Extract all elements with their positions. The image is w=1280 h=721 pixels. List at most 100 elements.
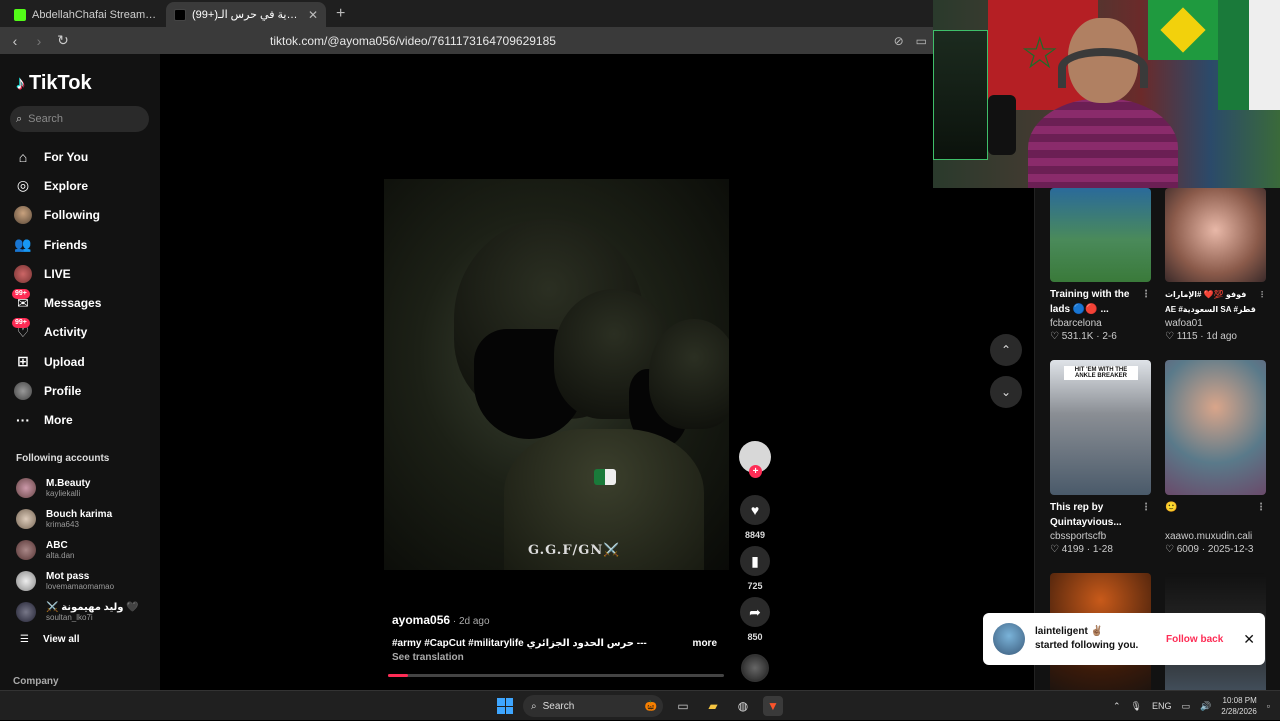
windows-start-icon[interactable] <box>497 698 513 714</box>
save-button[interactable]: ▮ <box>740 546 770 576</box>
following-account[interactable]: ⚔️ وليد مهيمونة 🖤 soultan_lko7i <box>16 596 139 627</box>
nav-friends[interactable]: 👥 Friends <box>14 230 101 259</box>
display-icon[interactable]: ▭ <box>1181 701 1190 712</box>
tiktok-note-icon: ♪ <box>16 73 25 93</box>
brave-browser-icon[interactable]: ▼ <box>763 696 783 716</box>
sidebar: ♪ TikTok ⌕ Search ⌂ For You ◎ Explore Foll… <box>0 54 160 690</box>
video-player[interactable]: G.G.F/GN⚔️ <box>384 179 729 570</box>
nav-live[interactable]: LIVE <box>14 259 101 288</box>
company-link[interactable]: Company <box>13 676 59 687</box>
task-view-icon[interactable]: ▭ <box>673 696 693 716</box>
tiktok-logo[interactable]: ♪ TikTok <box>16 72 92 95</box>
video-author[interactable]: ayoma056 · 2d ago <box>392 613 717 627</box>
recommended-video-card[interactable]: 🙂 ⋮ xaawo.muxudin.cali ♡ 6009 · 2025-12-3 <box>1165 360 1266 555</box>
no-tracking-icon[interactable]: ⊘ <box>894 34 904 48</box>
avatar <box>16 570 36 591</box>
video-progress-bar[interactable] <box>388 674 724 677</box>
list-icon: ☰ <box>20 634 29 645</box>
back-icon[interactable]: ‹ <box>8 33 22 49</box>
forward-icon[interactable]: › <box>32 33 46 49</box>
nav-more[interactable]: ··· More <box>14 406 101 435</box>
tab-stream[interactable]: AbdellahChafai Stream - Watch Live <box>6 2 166 27</box>
nav-for-you[interactable]: ⌂ For You <box>14 142 101 171</box>
nav-activity[interactable]: ♡ 99+ Activity <box>12 318 101 347</box>
nav-upload[interactable]: ⊞ Upload <box>14 347 101 376</box>
recommended-video-card[interactable]: HIT 'EM WITH THE ANKLE BREAKER This rep … <box>1050 360 1151 555</box>
following-account[interactable]: M.Beauty kayliekalli <box>16 472 139 503</box>
browser-app-icon[interactable]: ◍ <box>733 696 753 716</box>
close-icon[interactable]: ✕ <box>1243 631 1255 648</box>
speaker-icon[interactable]: 🔊 <box>1200 701 1211 712</box>
follow-notification: lainteligent ✌🏽 started following you. Fo… <box>983 613 1265 665</box>
follow-back-button[interactable]: Follow back <box>1166 634 1223 645</box>
microphone <box>988 95 1016 155</box>
save-count: 725 <box>747 581 763 591</box>
like-count: 8849 <box>744 530 766 540</box>
like-button[interactable]: ♥ <box>740 495 770 525</box>
heart-outline-icon: ♡ <box>1165 544 1174 555</box>
music-disc-icon[interactable] <box>741 654 769 682</box>
video-caption: #army #CapCut #militarylife حرس الحدود ا… <box>392 638 647 649</box>
cast-icon[interactable]: ▭ <box>916 34 927 48</box>
more-options-icon[interactable]: ⋮ <box>1141 287 1151 302</box>
headset <box>1058 48 1148 88</box>
streamer-body <box>1028 98 1178 188</box>
prev-video-button[interactable]: ⌃ <box>990 334 1022 366</box>
recommended-video-card[interactable]: فوفو 💯❤️ #الإمارات AE #السعودية SA #قطر … <box>1165 188 1266 342</box>
more-button[interactable]: more <box>693 638 717 649</box>
see-translation-link[interactable]: See translation <box>392 652 717 663</box>
avatar <box>16 539 36 560</box>
next-video-button[interactable]: ⌄ <box>990 376 1022 408</box>
notification-user: lainteligent ✌🏽 <box>1035 626 1104 637</box>
taskbar: ⌕ Search 🎃 ▭ ▰ ◍ ▼ ⌃ 🎙 ENG ▭ 🔊 10:08 PM 2/2… <box>0 690 1280 720</box>
close-tab-icon[interactable]: ✕ <box>308 8 318 22</box>
messages-badge: 99+ <box>12 289 30 300</box>
file-explorer-icon[interactable]: ▰ <box>703 696 723 716</box>
new-tab-icon[interactable]: + <box>326 5 355 27</box>
nav-following[interactable]: Following <box>14 201 101 230</box>
nav-explore[interactable]: ◎ Explore <box>14 171 101 200</box>
messages-icon: ✉ 99+ <box>12 289 32 312</box>
nav-profile[interactable]: Profile <box>14 376 101 405</box>
mic-icon[interactable]: 🎙 <box>1131 701 1142 712</box>
share-icon: ➦ <box>749 603 761 620</box>
nav-messages[interactable]: ✉ 99+ Messages <box>12 288 101 317</box>
notification-center-icon[interactable]: ▫ <box>1267 701 1270 711</box>
more-options-icon[interactable]: ⋮ <box>1258 287 1266 302</box>
recommended-video-card[interactable]: Training with the lads 🔵🔴 ... ⋮ fcbarcelo… <box>1050 188 1151 342</box>
search-icon: ⌕ <box>16 112 23 125</box>
search-input[interactable]: ⌕ Search <box>10 106 149 132</box>
activity-badge: 99+ <box>12 318 30 329</box>
tab-tiktok[interactable]: (99+)الحياة العسكرية في حرس الـ ✕ <box>166 2 326 27</box>
system-tray: ⌃ 🎙 ENG ▭ 🔊 10:08 PM 2/28/2026 ▫ <box>1113 691 1270 721</box>
chevron-up-icon[interactable]: ⌃ <box>1113 701 1121 712</box>
algeria-flag-patch <box>594 469 616 485</box>
streamer <box>1028 18 1178 188</box>
more-options-icon[interactable]: ⋮ <box>1256 500 1266 515</box>
reload-icon[interactable]: ↻ <box>56 32 70 49</box>
clock[interactable]: 10:08 PM 2/28/2026 <box>1221 695 1257 717</box>
following-account[interactable]: Bouch karima krima643 <box>16 503 139 534</box>
tab-title: AbdellahChafai Stream - Watch Live <box>32 8 158 21</box>
avatar <box>16 601 36 622</box>
url-field[interactable]: tiktok.com/@ayoma056/video/7611173164709… <box>270 34 556 48</box>
language-indicator[interactable]: ENG <box>1152 701 1172 711</box>
following-accounts-title: Following accounts <box>16 453 110 464</box>
video-thumbnail <box>1165 360 1266 495</box>
share-button[interactable]: ➦ <box>740 597 770 627</box>
search-highlight-icon: 🎃 <box>644 700 657 712</box>
avatar <box>14 206 32 225</box>
following-account[interactable]: Mot pass lovemamaomamao <box>16 565 139 596</box>
view-all-link[interactable]: ☰ View all <box>20 634 79 645</box>
taskbar-search[interactable]: ⌕ Search 🎃 <box>523 695 663 717</box>
video-thumbnail <box>1165 188 1266 282</box>
author-avatar[interactable]: + <box>739 441 771 478</box>
address-bar: ‹ › ↻ tiktok.com/@ayoma056/video/7611173… <box>0 27 935 54</box>
heart-outline-icon: ♡ <box>1050 331 1059 342</box>
webcam-overlay: ☆ <box>933 0 1280 188</box>
follow-plus-icon[interactable]: + <box>749 465 762 478</box>
bookmark-icon: ▮ <box>751 552 759 569</box>
more-options-icon[interactable]: ⋮ <box>1141 500 1151 515</box>
following-account[interactable]: ABC alta.dan <box>16 534 139 565</box>
live-avatar <box>14 264 32 283</box>
